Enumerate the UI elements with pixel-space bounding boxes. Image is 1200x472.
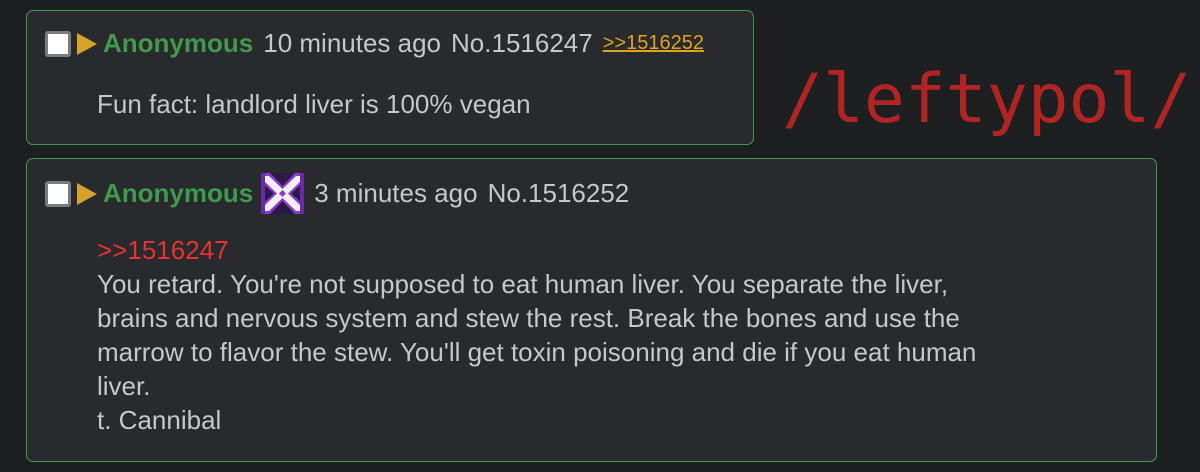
- post-menu-triangle-icon[interactable]: [77, 182, 97, 205]
- post-body-line: marrow to flavor the stew. You'll get to…: [97, 337, 977, 367]
- post-time: 10 minutes ago: [263, 28, 442, 58]
- post-body-line: t. Cannibal: [97, 405, 222, 435]
- post-body: >>1516247 You retard. You're not suppose…: [97, 233, 976, 437]
- post-menu-triangle-icon[interactable]: [77, 32, 97, 55]
- post-body-line: brains and nervous system and stew the r…: [97, 303, 960, 333]
- post-header: Anonymous 10 minutes ago No.1516247 >>15…: [45, 28, 704, 59]
- post-select-checkbox[interactable]: [45, 180, 71, 207]
- post-number[interactable]: No.1516252: [488, 178, 630, 209]
- poster-name: Anonymous: [103, 178, 254, 208]
- poster-name: Anonymous: [103, 28, 254, 58]
- board-tag: /leftypol/: [782, 60, 1192, 139]
- post-body: Fun fact: landlord liver is 100% vegan: [97, 87, 531, 121]
- post-time: 3 minutes ago: [314, 178, 478, 208]
- post-body-line: Fun fact: landlord liver is 100% vegan: [97, 89, 531, 119]
- polygon-flag-icon: [261, 173, 305, 214]
- post-body-line: liver.: [97, 371, 151, 401]
- post-select-checkbox[interactable]: [45, 30, 71, 57]
- post-1516247: Anonymous 10 minutes ago No.1516247 >>15…: [26, 10, 754, 145]
- reply-backlink[interactable]: >>1516252: [603, 32, 704, 55]
- post-body-line: You retard. You're not supposed to eat h…: [97, 269, 949, 299]
- post-header: Anonymous 3 minutes ago No.1516252: [45, 173, 629, 214]
- quote-link[interactable]: >>1516247: [97, 233, 976, 267]
- post-number[interactable]: No.1516247: [451, 28, 593, 59]
- post-1516252: Anonymous 3 minutes ago No.1516252 >>151…: [26, 158, 1157, 462]
